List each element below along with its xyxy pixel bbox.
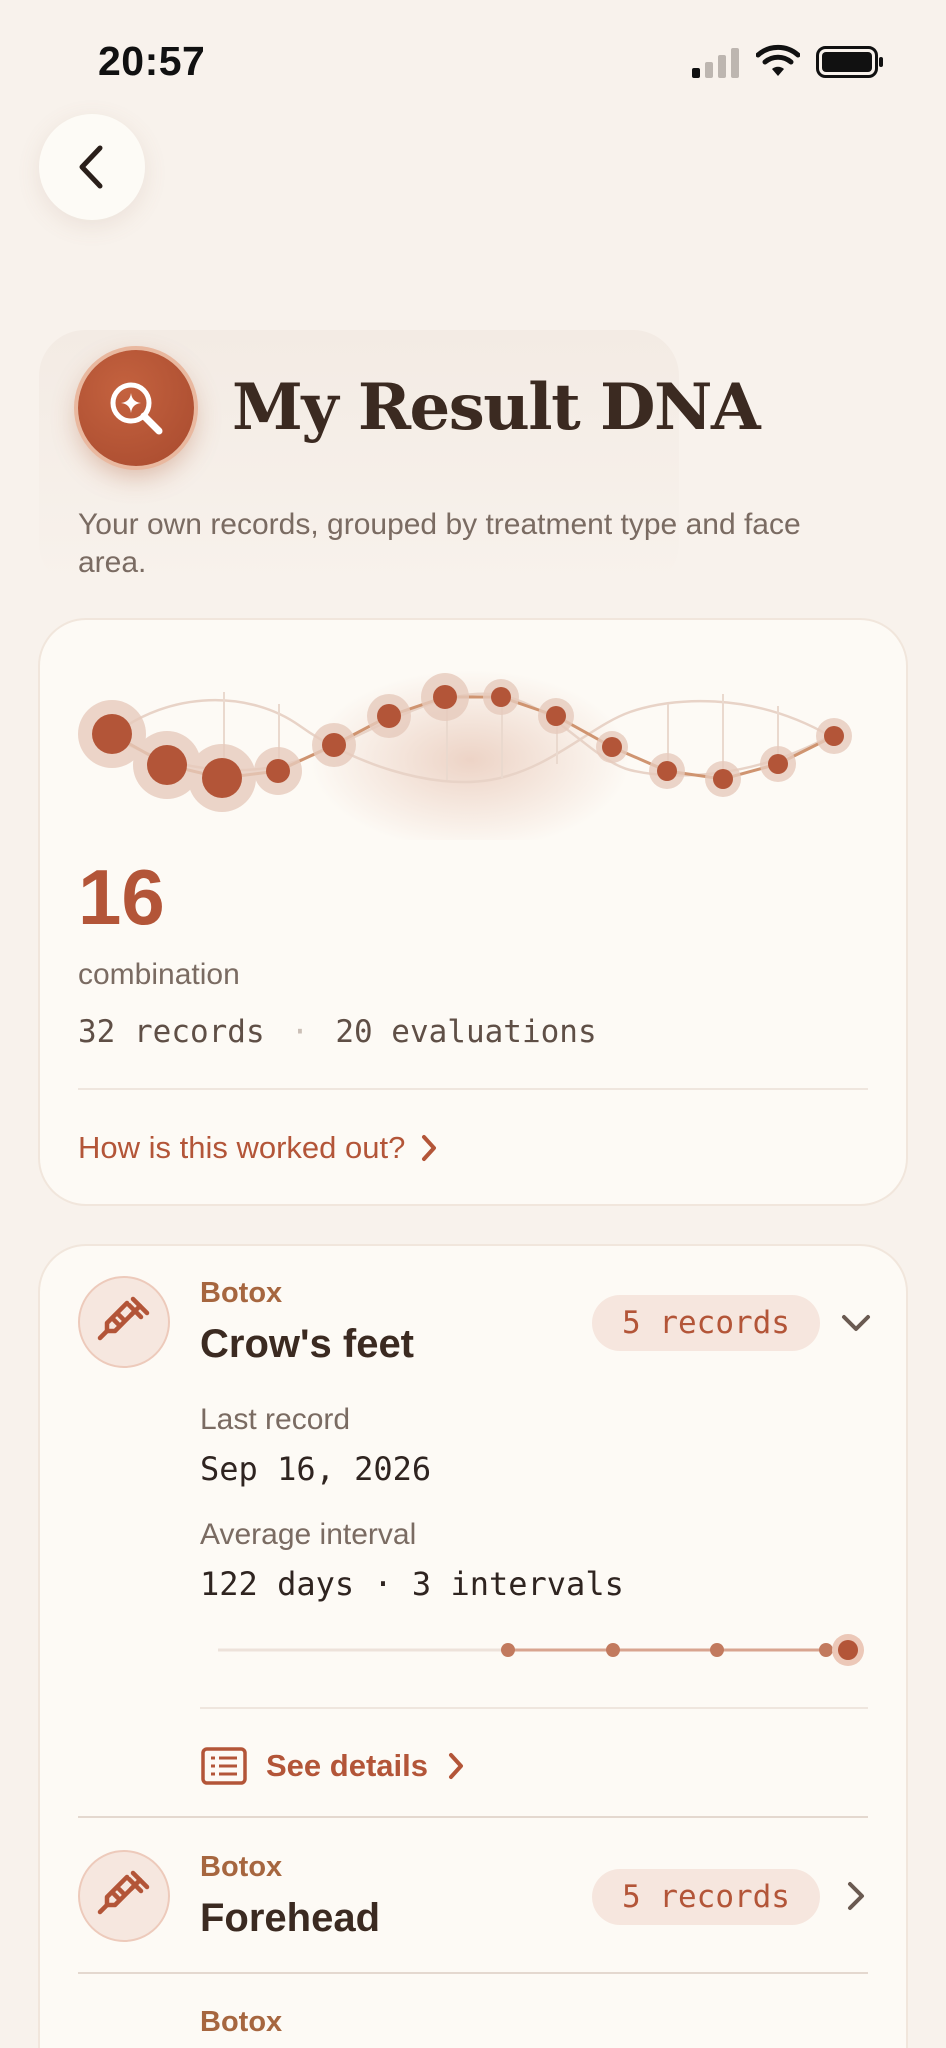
page-subtitle: Your own records, grouped by treatment t… <box>78 508 801 579</box>
stats-separator: · <box>290 1014 310 1050</box>
page-title: My Result DNA <box>232 370 761 445</box>
syringe-icon-container <box>78 1276 170 1368</box>
divider <box>78 1816 868 1818</box>
syringe-icon-container <box>78 1850 170 1942</box>
average-interval-value: 122 days · 3 intervals <box>200 1565 624 1603</box>
record-timeline <box>218 1634 864 1666</box>
evaluations-count: 20 evaluations <box>335 1014 597 1050</box>
group-area: Crow's feet <box>200 1322 415 1366</box>
divider <box>78 1972 868 1974</box>
document-list-icon <box>201 1747 247 1785</box>
magnifier-sparkle-icon <box>110 382 163 435</box>
chevron-left-icon <box>79 145 103 189</box>
records-badge: 5 records <box>592 1295 820 1351</box>
chevron-down-icon[interactable] <box>838 1308 874 1338</box>
chevron-right-icon <box>448 1753 463 1779</box>
group-area: Forehead <box>200 1896 381 1940</box>
summary-stats: 32 records · 20 evaluations <box>78 1014 597 1050</box>
last-record-value: Sep 16, 2026 <box>200 1450 432 1488</box>
how-worked-out-label: How is this worked out? <box>78 1130 406 1165</box>
chevron-right-icon[interactable] <box>844 1878 868 1914</box>
how-worked-out-link[interactable]: How is this worked out? <box>78 1130 439 1166</box>
wifi-icon <box>756 44 800 76</box>
status-time: 20:57 <box>98 38 206 84</box>
group-category: Botox <box>200 1277 283 1309</box>
result-dna-icon <box>78 350 194 466</box>
chevron-right-icon <box>422 1135 437 1161</box>
divider <box>78 1088 868 1090</box>
records-count: 32 records <box>78 1014 265 1050</box>
syringe-icon <box>97 1296 150 1341</box>
group-category: Botox <box>200 1851 283 1883</box>
last-record-label: Last record <box>200 1403 351 1436</box>
divider <box>200 1707 868 1709</box>
back-button[interactable] <box>39 114 145 220</box>
combination-count: 16 <box>78 853 165 941</box>
see-details-link[interactable]: See details <box>200 1746 466 1786</box>
dna-helix-graphic <box>78 670 852 840</box>
combination-label: combination <box>78 958 240 991</box>
see-details-label: See details <box>266 1748 428 1783</box>
battery-icon <box>816 46 883 78</box>
cellular-signal-icon <box>692 48 739 78</box>
group-category: Botox <box>200 2006 283 2038</box>
syringe-icon <box>97 1870 150 1915</box>
average-interval-label: Average interval <box>200 1518 417 1551</box>
records-badge: 5 records <box>592 1869 820 1925</box>
